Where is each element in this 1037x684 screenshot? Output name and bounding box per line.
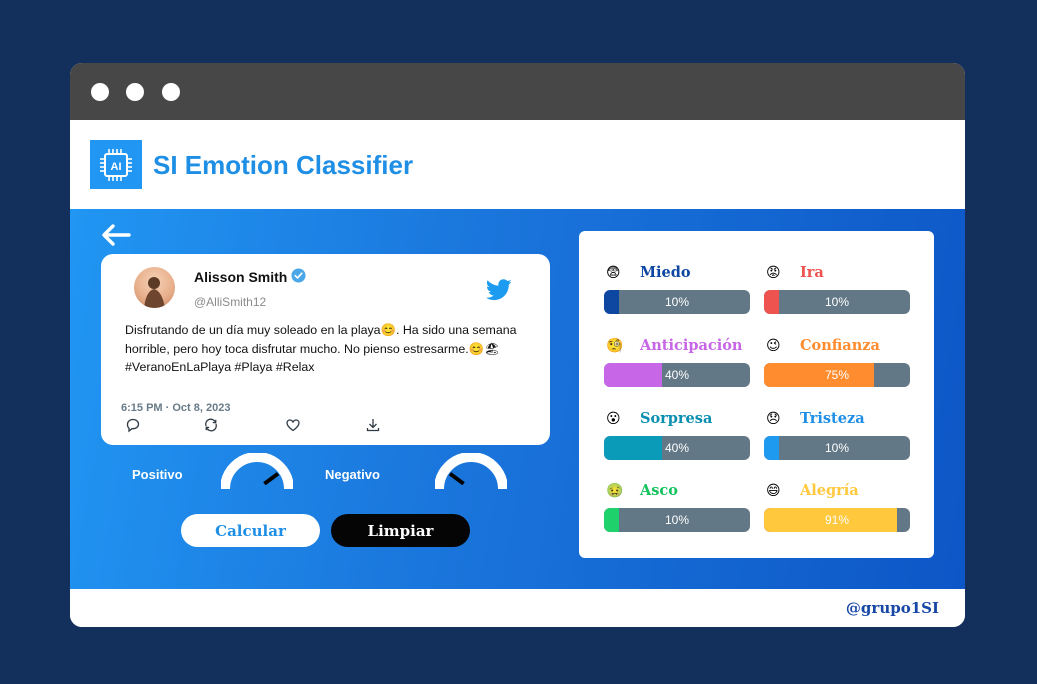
- main-area: Alisson Smith @AlliSmith12 Disfrutando d…: [70, 209, 965, 589]
- emotion-label: Anticipación: [640, 337, 743, 354]
- window-titlebar: [70, 63, 965, 120]
- emotion-percent: 75%: [824, 368, 850, 382]
- positive-gauge-needle: [263, 472, 280, 486]
- download-icon[interactable]: [365, 417, 381, 433]
- monocle-face-icon: 🧐: [606, 338, 624, 354]
- back-arrow-icon[interactable]: [100, 223, 132, 247]
- emotion-bar: 91%: [764, 508, 910, 532]
- angry-face-icon: 😡: [766, 265, 781, 281]
- window-maximize-dot[interactable]: [162, 83, 180, 101]
- emotion-confianza: 😉 Confianza 75%: [764, 335, 910, 387]
- emotion-label: Alegría: [800, 482, 859, 499]
- app-title: SI Emotion Classifier: [153, 150, 414, 180]
- emotion-label: Asco: [640, 482, 678, 499]
- emotion-label: Miedo: [640, 264, 691, 281]
- emotion-percent: 10%: [824, 441, 850, 455]
- window-close-dot[interactable]: [91, 83, 109, 101]
- clear-button[interactable]: Limpiar: [331, 514, 470, 547]
- emotion-asco: 🤢 Asco 10%: [604, 480, 750, 532]
- emotion-bar: 40%: [604, 363, 750, 387]
- emotion-percent: 10%: [824, 295, 850, 309]
- twitter-bird-icon: [486, 279, 512, 301]
- logo-text: AI: [111, 161, 122, 173]
- negative-gauge-needle: [448, 472, 465, 486]
- emotion-label: Tristeza: [800, 410, 865, 427]
- ai-chip-icon: AI: [90, 140, 142, 189]
- tweet-card: Alisson Smith @AlliSmith12 Disfrutando d…: [101, 254, 550, 445]
- calculate-button[interactable]: Calcular: [181, 514, 320, 547]
- negative-gauge: [435, 453, 507, 490]
- emotion-percent: 91%: [824, 513, 850, 527]
- positive-gauge-label: Positivo: [132, 467, 183, 482]
- emotion-anticipacion: 🧐 Anticipación 40%: [604, 335, 750, 387]
- emotion-percent: 40%: [664, 368, 690, 382]
- retweet-icon[interactable]: [203, 417, 219, 433]
- emotion-percent: 40%: [664, 441, 690, 455]
- app-window: AI SI Emotion Classifier Alisson Smith @…: [70, 63, 965, 627]
- emotion-label: Confianza: [800, 337, 880, 354]
- emotion-bar: 10%: [604, 508, 750, 532]
- emotion-bar: 10%: [764, 436, 910, 460]
- app-footer: @grupo1SI: [70, 589, 965, 627]
- app-header: AI SI Emotion Classifier: [70, 120, 965, 209]
- emotion-percent: 10%: [664, 295, 690, 309]
- positive-gauge: [221, 453, 293, 490]
- tweet-author-handle[interactable]: @AlliSmith12: [194, 295, 266, 309]
- emotion-miedo: 😨 Miedo 10%: [604, 262, 750, 314]
- emotion-bar: 10%: [764, 290, 910, 314]
- emotion-bar: 40%: [604, 436, 750, 460]
- winking-face-icon: 😉: [766, 338, 781, 354]
- emotion-bar: 10%: [604, 290, 750, 314]
- tweet-timestamp: 6:15 PM · Oct 8, 2023: [121, 402, 231, 414]
- surprised-face-icon: 😮: [606, 411, 621, 427]
- tweet-text: Disfrutando de un día muy soleado en la …: [125, 323, 517, 374]
- emotion-sorpresa: 😮 Sorpresa 40%: [604, 408, 750, 460]
- sad-face-icon: 😞: [766, 411, 781, 427]
- emotion-alegria: 😄 Alegría 91%: [764, 480, 910, 532]
- window-minimize-dot[interactable]: [126, 83, 144, 101]
- tweet-author-name[interactable]: Alisson Smith: [194, 269, 287, 285]
- verified-badge-icon: [291, 268, 306, 283]
- emotion-percent: 10%: [664, 513, 690, 527]
- avatar: [134, 267, 175, 308]
- like-icon[interactable]: [285, 417, 301, 433]
- nauseated-face-icon: 🤢: [606, 483, 624, 499]
- emotion-bar: 75%: [764, 363, 910, 387]
- emotion-label: Sorpresa: [640, 410, 713, 427]
- emotion-label: Ira: [800, 264, 824, 281]
- emotion-ira: 😡 Ira 10%: [764, 262, 910, 314]
- reply-icon[interactable]: [125, 417, 141, 433]
- negative-gauge-label: Negativo: [325, 467, 380, 482]
- footer-handle: @grupo1SI: [845, 599, 939, 617]
- emotion-results-panel: 😨 Miedo 10% 😡 Ira 10% 🧐 Anticipación 40%…: [579, 231, 934, 558]
- grinning-face-icon: 😄: [766, 483, 781, 499]
- fearful-face-icon: 😨: [606, 265, 621, 281]
- emotion-tristeza: 😞 Tristeza 10%: [764, 408, 910, 460]
